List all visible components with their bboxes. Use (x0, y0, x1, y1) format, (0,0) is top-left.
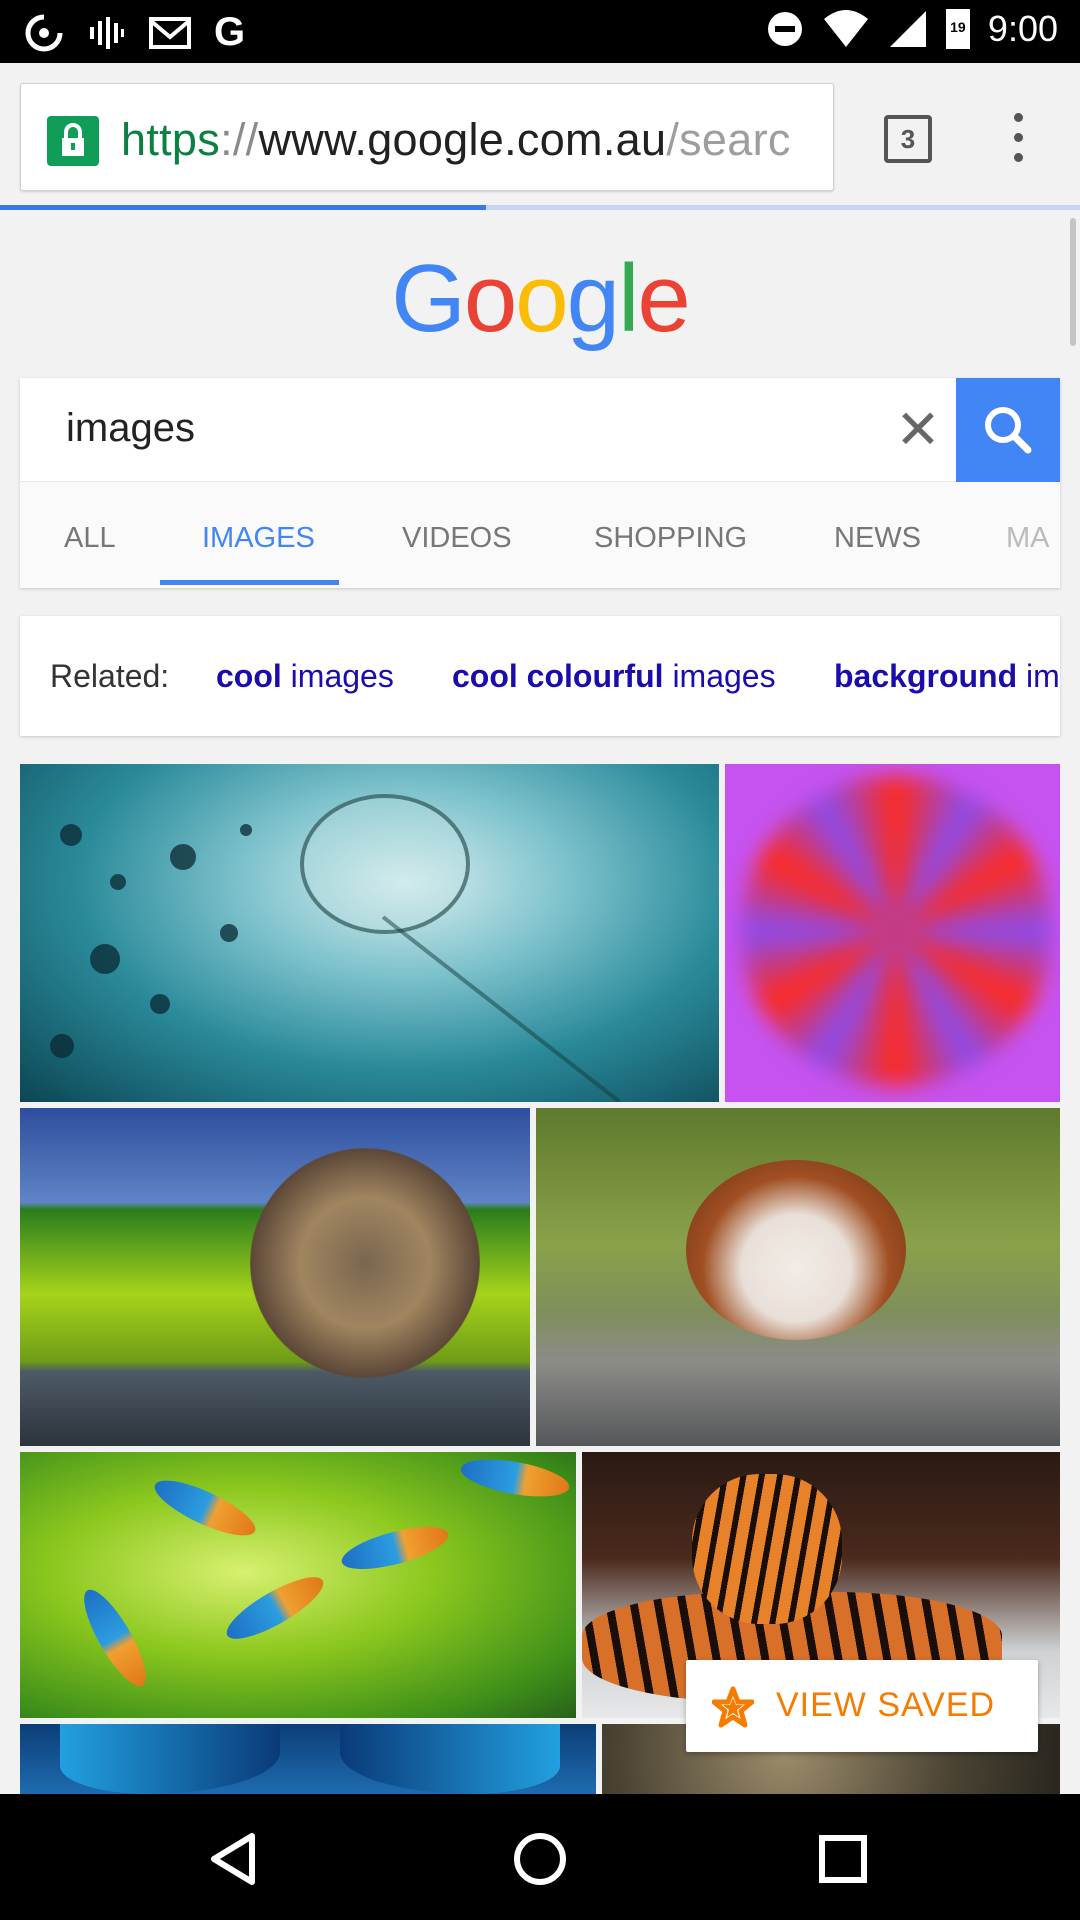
overflow-menu-icon[interactable] (1008, 113, 1028, 165)
related-label: Related: (50, 658, 170, 694)
related-item-bold: background (834, 658, 1018, 694)
image-result-jellyfish[interactable] (20, 764, 719, 1102)
bubble (110, 874, 126, 890)
status-left-icons: G (24, 10, 245, 55)
search-type-tabs: ALL IMAGES VIDEOS SHOPPING NEWS MA (20, 482, 1060, 588)
search-input[interactable]: images (66, 406, 195, 451)
google-logo-letter: g (566, 245, 620, 352)
related-item-rest: images (663, 658, 776, 694)
clear-search-icon[interactable]: ✕ (888, 400, 948, 460)
related-item-rest: im (1017, 658, 1060, 694)
lock-icon (47, 116, 99, 166)
bubble (50, 1034, 74, 1058)
image-result-kingfishers[interactable] (20, 1452, 576, 1718)
clock: 9:00 (987, 8, 1058, 49)
status-right-icons: 19 9:00 (766, 8, 1058, 50)
search-button[interactable] (956, 378, 1060, 482)
related-item-bold: cool (216, 658, 282, 694)
google-logo-letter: o (515, 245, 568, 352)
view-saved-label: VIEW SAVED (776, 1686, 996, 1724)
image-result-swirl[interactable] (725, 764, 1060, 1102)
bubble (60, 824, 82, 846)
search-row: images ✕ (20, 378, 1060, 482)
view-saved-button[interactable]: VIEW SAVED (686, 1660, 1038, 1752)
google-logo-letter: e (637, 245, 690, 352)
back-icon[interactable] (200, 1824, 270, 1894)
related-item-bold: cool colourful (452, 658, 664, 694)
swirl-disc (741, 776, 1051, 1086)
status-bar: G 19 9:00 (0, 0, 1080, 63)
tab-maps[interactable]: MA (1006, 522, 1050, 555)
tab-news[interactable]: NEWS (834, 522, 921, 555)
bird (337, 1518, 453, 1578)
system-nav-bar (0, 1794, 1080, 1920)
active-tab-indicator (160, 580, 339, 585)
url-scheme: https (121, 114, 221, 165)
tab-images[interactable]: IMAGES (202, 522, 315, 555)
url-path: /searc (666, 114, 791, 165)
wing (340, 1724, 560, 1794)
wing (60, 1724, 280, 1794)
related-item[interactable]: cool images (216, 658, 394, 695)
google-logo-letter: o (463, 245, 517, 352)
home-icon[interactable] (505, 1824, 575, 1894)
jellyfish-tentacle (375, 915, 621, 1102)
sync-icon (25, 14, 63, 51)
bird (219, 1566, 331, 1650)
gmail-icon (149, 16, 191, 49)
google-logo-letter: G (391, 245, 466, 352)
url-separator: :// (220, 114, 259, 165)
image-result-bicycle[interactable] (20, 1108, 530, 1446)
signal-icon (889, 11, 926, 47)
bird (458, 1452, 572, 1504)
page-load-progress-fill (0, 205, 486, 210)
google-icon: G (214, 10, 246, 54)
bird (148, 1470, 262, 1546)
image-result-hamster[interactable] (536, 1108, 1060, 1446)
related-item-rest: images (281, 658, 394, 694)
google-logo: Google (0, 244, 1080, 354)
related-searches: Related: cool images cool colourful imag… (20, 616, 1060, 736)
tab-switcher-button[interactable]: 3 (884, 115, 932, 163)
bubble (90, 944, 120, 974)
search-card: images ✕ ALL IMAGES VIDEOS SHOPPING NEWS… (20, 378, 1060, 588)
google-logo-letter: l (618, 245, 639, 352)
tab-shopping[interactable]: SHOPPING (594, 522, 747, 555)
bubble (150, 994, 170, 1014)
image-result-wings[interactable] (20, 1724, 596, 1794)
jellyfish-shape (300, 794, 470, 934)
related-item[interactable]: cool colourful images (452, 658, 776, 695)
bubble (220, 924, 238, 942)
tab-videos[interactable]: VIDEOS (402, 522, 512, 555)
related-item[interactable]: background im (834, 658, 1060, 695)
page-load-progress (0, 205, 1080, 210)
url-text: https://www.google.com.au/searc (121, 114, 791, 166)
battery-icon: 19 (945, 9, 970, 49)
tab-all[interactable]: ALL (64, 522, 116, 555)
star-icon (712, 1686, 754, 1728)
bird (73, 1582, 157, 1694)
hamster-body (686, 1160, 906, 1340)
bubble (170, 844, 196, 870)
search-icon (985, 407, 1032, 454)
voicemail-icon (90, 16, 124, 49)
browser-toolbar: https://www.google.com.au/searc 3 (0, 63, 1080, 210)
tiger-head (692, 1474, 842, 1624)
battery-level: 19 (950, 19, 966, 35)
recents-icon[interactable] (808, 1824, 878, 1894)
do-not-disturb-icon (767, 12, 802, 46)
basket-load (250, 1148, 480, 1378)
url-bar[interactable]: https://www.google.com.au/searc (20, 83, 834, 191)
url-host: www.google.com.au (258, 114, 667, 165)
wifi-icon (823, 10, 868, 47)
bubble (240, 824, 252, 836)
